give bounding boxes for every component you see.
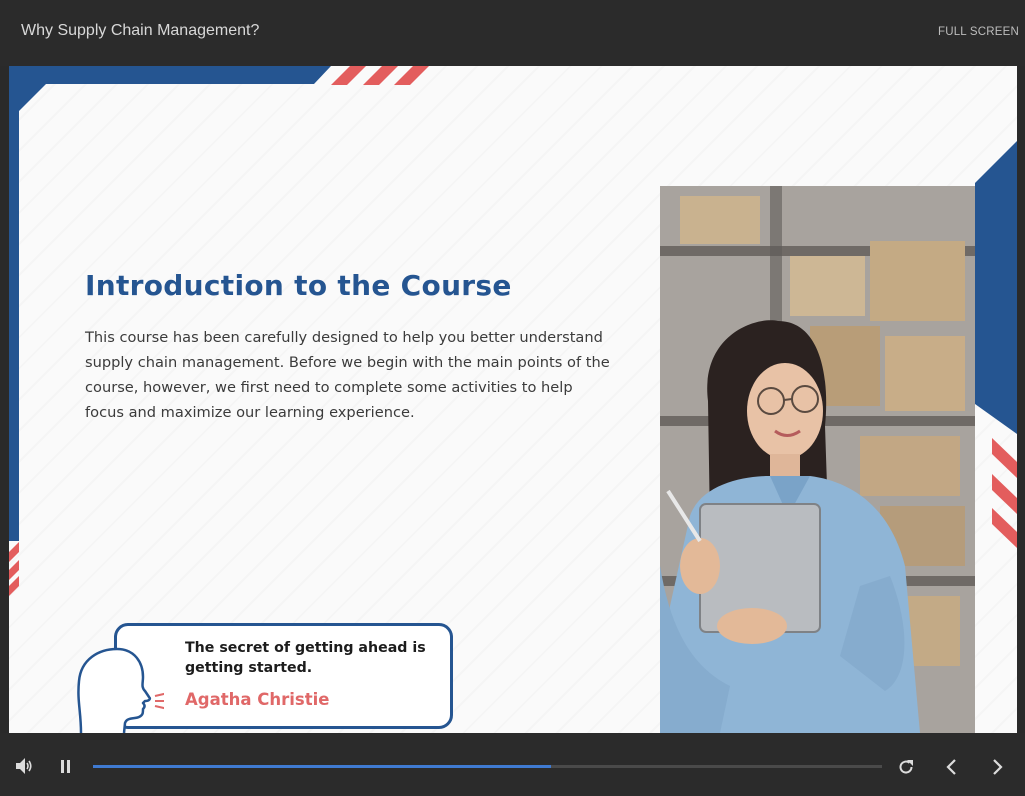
- quote-text: The secret of getting ahead is getting s…: [185, 640, 426, 676]
- slide-heading: Introduction to the Course: [85, 269, 512, 302]
- slide-body-text: This course has been carefully designed …: [85, 329, 610, 421]
- speaking-head-icon: [77, 647, 164, 733]
- replay-icon[interactable]: [897, 758, 915, 781]
- previous-icon[interactable]: [944, 758, 958, 781]
- course-title: Why Supply Chain Management?: [21, 22, 260, 39]
- player-controls: [0, 733, 1025, 796]
- quote-author: Agatha Christie: [185, 690, 330, 709]
- fullscreen-button[interactable]: FULL SCREEN: [938, 26, 1019, 38]
- player-header: Why Supply Chain Management? FULL SCREEN: [0, 0, 1025, 66]
- pause-icon[interactable]: [60, 759, 72, 779]
- progress-fill: [93, 765, 551, 768]
- slide-canvas: Introduction to the Course This course h…: [9, 66, 1017, 733]
- next-icon[interactable]: [991, 758, 1005, 781]
- warehouse-worker-photo: [660, 186, 975, 733]
- progress-bar[interactable]: [93, 765, 882, 768]
- volume-icon[interactable]: [14, 757, 34, 780]
